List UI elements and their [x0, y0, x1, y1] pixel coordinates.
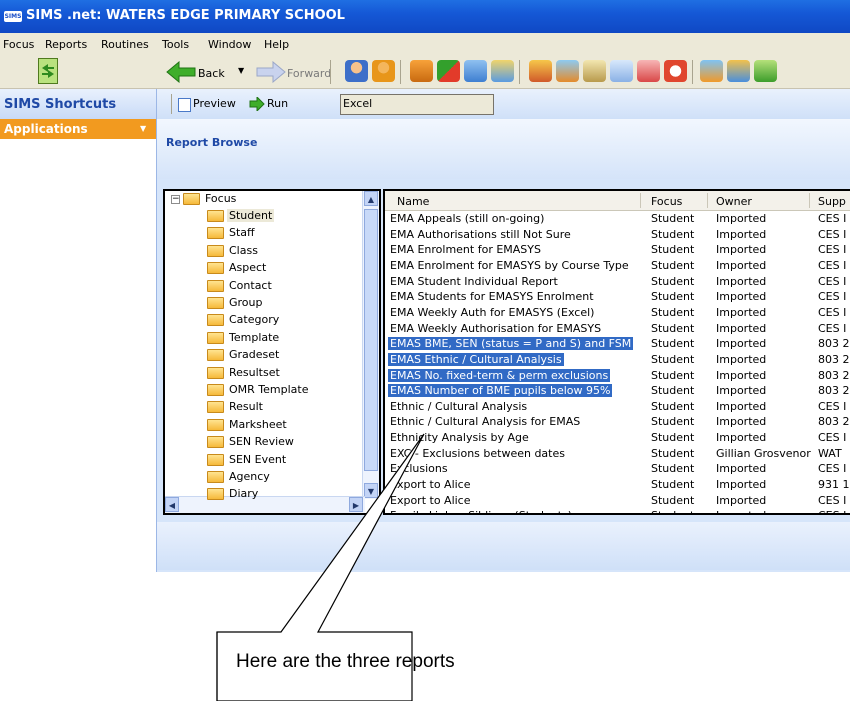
callout-text: Here are the three reports: [236, 651, 455, 672]
callout-shape: [216, 433, 425, 701]
